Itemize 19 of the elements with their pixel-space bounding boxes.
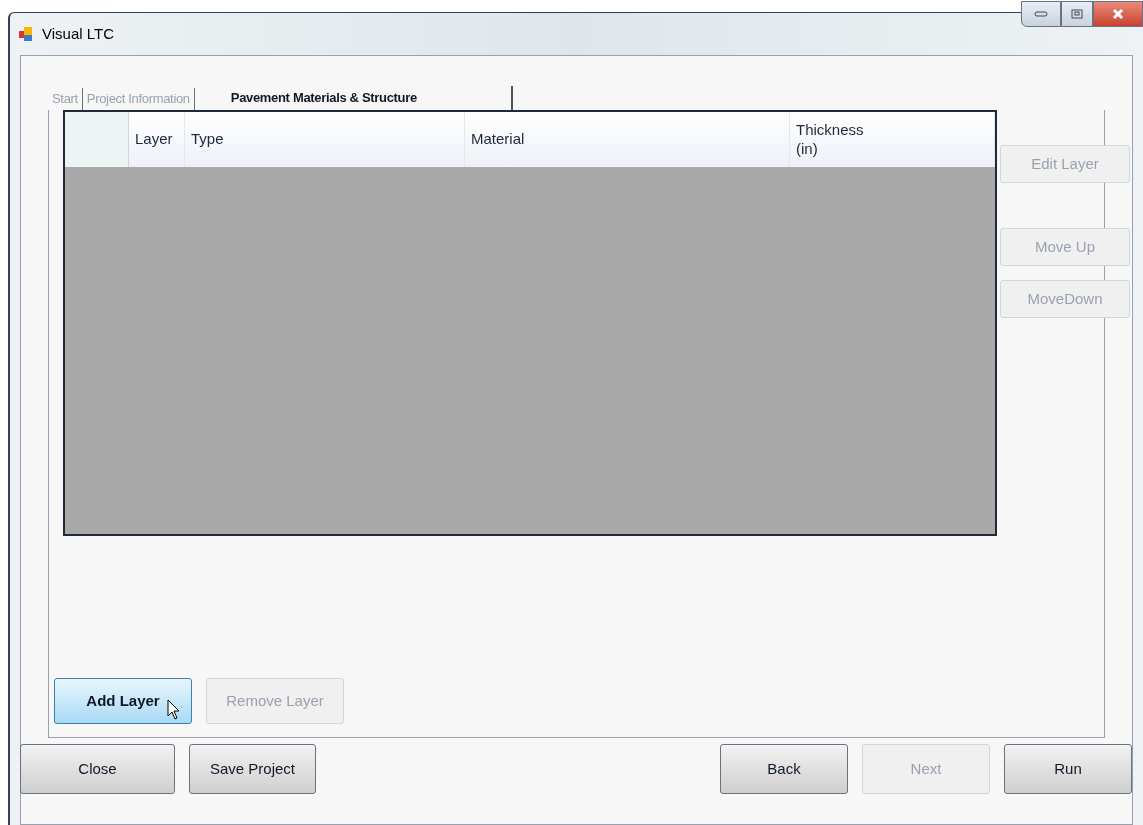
column-header[interactable]: Thickness (in)	[790, 112, 995, 167]
column-header[interactable]: Material	[465, 112, 790, 167]
row-header-corner	[65, 112, 129, 167]
footer-button[interactable]: Back	[720, 744, 848, 794]
column-header[interactable]: Type	[185, 112, 465, 167]
maximize-button[interactable]	[1061, 1, 1093, 27]
footer-button[interactable]: Close	[20, 744, 175, 794]
minimize-icon	[1034, 11, 1048, 17]
window-title: Visual LTC	[42, 23, 114, 44]
app-icon	[18, 26, 34, 42]
column-header[interactable]: Layer	[129, 112, 185, 167]
footer-button[interactable]: Save Project	[189, 744, 316, 794]
footer-button[interactable]: Run	[1004, 744, 1132, 794]
minimize-button[interactable]	[1021, 1, 1061, 27]
mouse-pointer-icon	[167, 699, 181, 721]
maximize-icon	[1071, 9, 1083, 19]
close-icon	[1112, 8, 1124, 20]
layer-button[interactable]: Add Layer	[54, 678, 192, 724]
close-window-button[interactable]	[1093, 1, 1143, 27]
